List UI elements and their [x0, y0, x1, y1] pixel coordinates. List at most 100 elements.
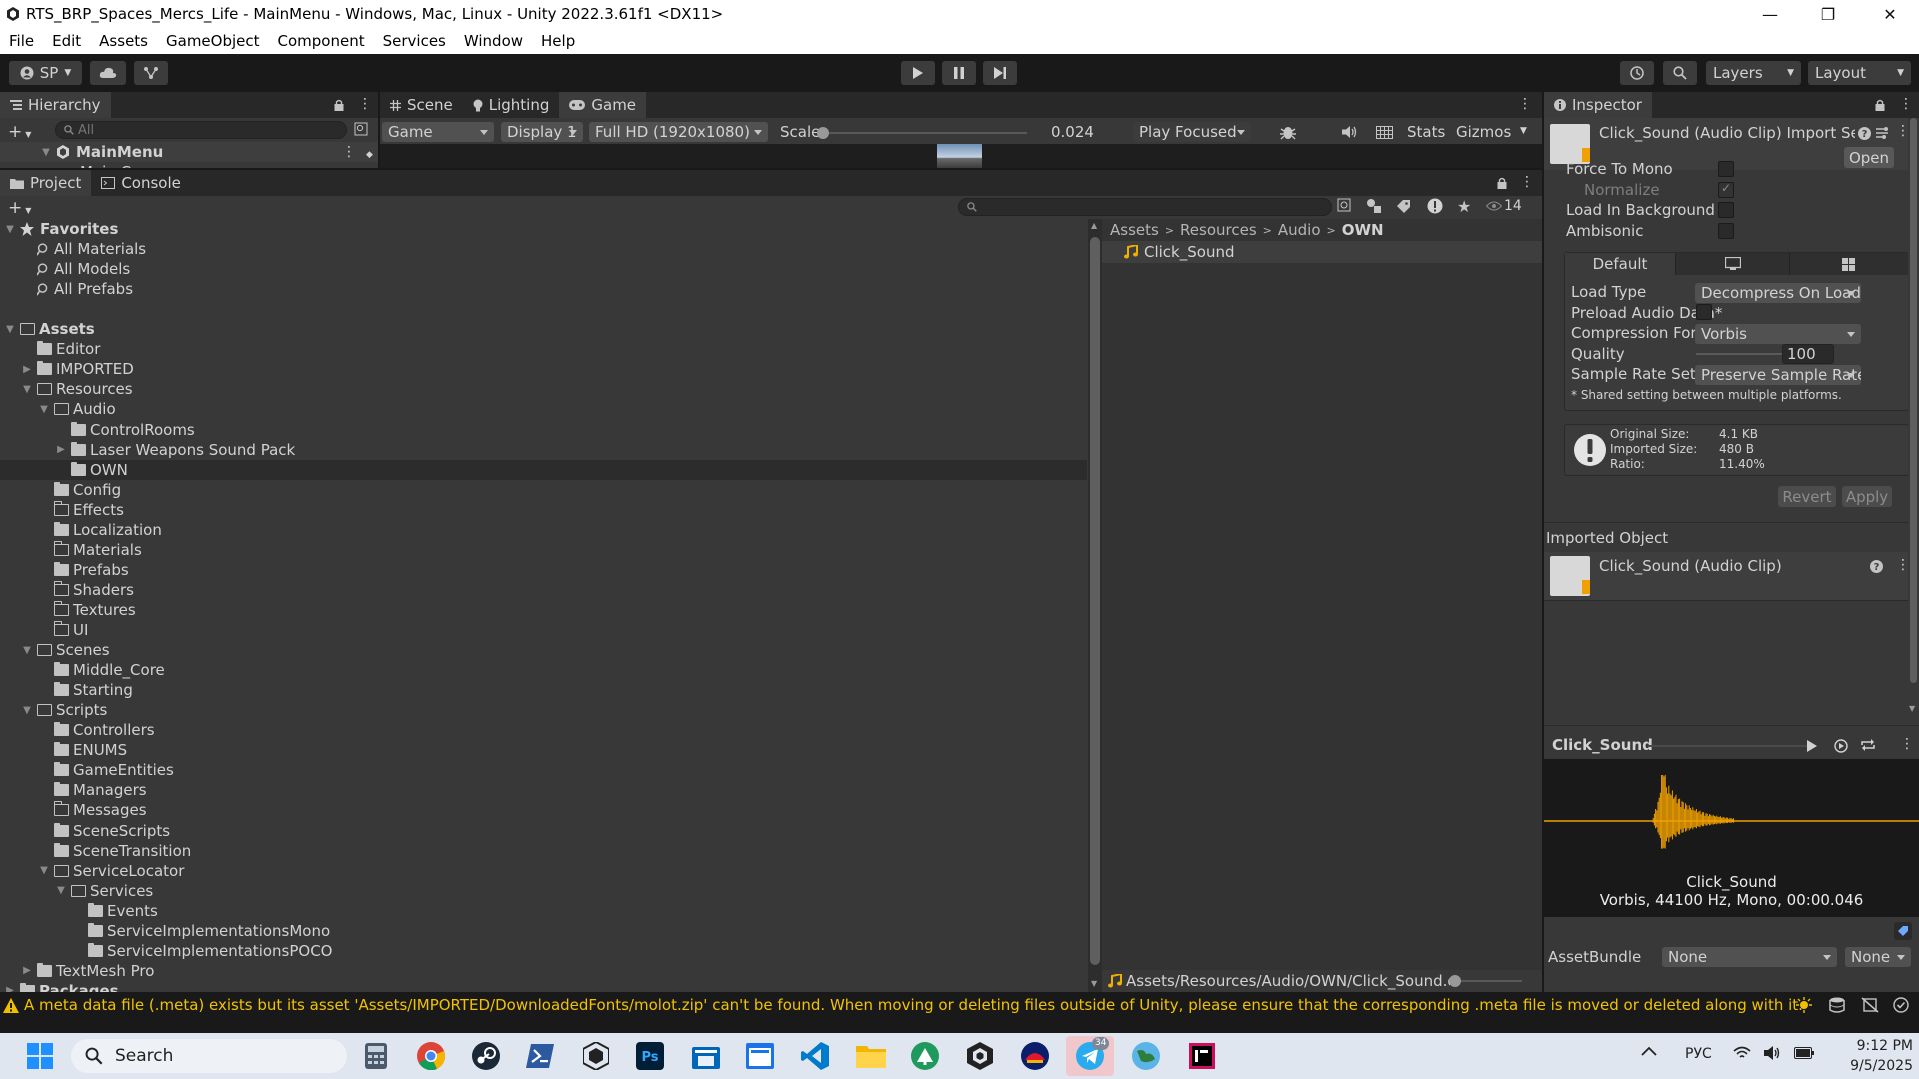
battery-icon[interactable]: [1794, 1047, 1814, 1059]
quality-input[interactable]: 100: [1782, 344, 1834, 364]
tree-app-icon[interactable]: [909, 1040, 941, 1072]
tree-item[interactable]: Editor: [0, 339, 1087, 359]
display-dropdown[interactable]: Display 1: [501, 122, 583, 142]
cache-server-icon[interactable]: [1828, 997, 1846, 1013]
tree-item[interactable]: OWN: [0, 459, 1087, 480]
tree-item[interactable]: ▼ Scripts: [0, 700, 1087, 720]
menu-window[interactable]: Window: [455, 32, 532, 50]
unity-hub-icon[interactable]: [580, 1040, 612, 1072]
unity-icon[interactable]: [964, 1040, 996, 1072]
speaker-icon[interactable]: [1341, 125, 1357, 139]
chevron-up-icon[interactable]: [1641, 1046, 1657, 1056]
start-button[interactable]: [24, 1040, 56, 1072]
tree-item[interactable]: ServiceImplementationsPOCO: [0, 941, 1087, 961]
scale-slider[interactable]: [822, 132, 1027, 134]
taskbar-clock[interactable]: 9:12 PM 9/5/2025: [1823, 1036, 1913, 1076]
load-in-background-checkbox[interactable]: [1718, 202, 1734, 218]
collapsed-arrow-icon[interactable]: ▶: [21, 965, 33, 976]
chevron-down-icon[interactable]: ▼: [1520, 126, 1527, 136]
taskbar-search[interactable]: Search: [71, 1039, 347, 1073]
tree-item[interactable]: All Prefabs: [0, 279, 1087, 299]
file-item-click-sound[interactable]: Click_Sound: [1102, 241, 1542, 263]
favorite-star-icon[interactable]: ★: [1457, 197, 1471, 216]
lock-icon[interactable]: [1875, 99, 1885, 111]
tree-item[interactable]: ▼ Scenes: [0, 640, 1087, 660]
platform-tab-default[interactable]: Default: [1565, 253, 1675, 275]
expanded-arrow-icon[interactable]: ▼: [21, 705, 33, 716]
expanded-arrow-icon[interactable]: ▼: [21, 645, 33, 656]
tree-item[interactable]: Shaders: [0, 580, 1087, 600]
steam-icon[interactable]: [470, 1040, 502, 1072]
bug-icon[interactable]: [1279, 123, 1297, 141]
close-window-button[interactable]: ✕: [1861, 0, 1919, 28]
tree-item[interactable]: Controllers: [0, 720, 1087, 740]
filter-label-icon[interactable]: [1396, 199, 1411, 214]
collapsed-arrow-icon[interactable]: ▶: [55, 444, 67, 455]
project-search-input[interactable]: [958, 198, 1332, 216]
maximize-button[interactable]: ❐: [1799, 0, 1857, 28]
tree-item[interactable]: All Materials: [0, 239, 1087, 259]
tree-item[interactable]: ▼ Audio: [0, 399, 1087, 419]
hierarchy-scene-row[interactable]: ▼ MainMenu ⋮: [0, 142, 378, 162]
play-icon[interactable]: [1806, 739, 1818, 753]
tree-item[interactable]: ▼ Assets: [0, 319, 1087, 339]
tab-game[interactable]: Game: [559, 92, 647, 118]
tree-item[interactable]: Localization: [0, 520, 1087, 540]
auto-play-icon[interactable]: [1833, 738, 1849, 754]
lock-icon[interactable]: [1497, 177, 1507, 189]
tab-project[interactable]: Project: [0, 170, 92, 196]
language-indicator[interactable]: РУС: [1685, 1046, 1712, 1062]
sample-rate-dropdown[interactable]: Preserve Sample Rate: [1695, 365, 1861, 385]
apply-button[interactable]: Apply: [1842, 486, 1892, 507]
store-icon[interactable]: [690, 1040, 722, 1072]
tree-item[interactable]: ▼ Favorites: [0, 219, 1087, 239]
account-button[interactable]: SP ▼: [9, 61, 82, 85]
file-explorer-icon[interactable]: [855, 1040, 887, 1072]
kebab-menu-icon[interactable]: ⋮: [1899, 96, 1913, 112]
tree-item[interactable]: UI: [0, 620, 1087, 640]
search-toolbar-button[interactable]: [1663, 61, 1697, 85]
menu-file[interactable]: File: [0, 32, 43, 50]
icon-size-slider-handle[interactable]: [1449, 975, 1461, 987]
tree-item[interactable]: Prefabs: [0, 560, 1087, 580]
tree-item[interactable]: Events: [0, 901, 1087, 921]
tab-hierarchy[interactable]: Hierarchy: [0, 92, 111, 118]
kebab-menu-icon[interactable]: ⋮: [1520, 174, 1534, 190]
telegram-icon[interactable]: 34: [1074, 1037, 1110, 1072]
network-off-icon[interactable]: [1861, 997, 1879, 1013]
keyboard-grid-icon[interactable]: [1376, 126, 1393, 139]
collab-button[interactable]: [134, 61, 168, 85]
tab-inspector[interactable]: Inspector: [1544, 92, 1652, 118]
chrome-icon[interactable]: [415, 1040, 447, 1072]
vscode-icon[interactable]: [799, 1040, 831, 1072]
stats-button[interactable]: Stats: [1407, 123, 1445, 141]
kebab-menu-icon[interactable]: ⋮: [358, 96, 372, 112]
menu-edit[interactable]: Edit: [43, 32, 90, 50]
expanded-arrow-icon[interactable]: ▼: [38, 865, 50, 876]
tree-item[interactable]: ▼ ServiceLocator: [0, 861, 1087, 881]
check-circle-icon[interactable]: [1893, 997, 1909, 1013]
menu-component[interactable]: Component: [269, 32, 374, 50]
scroll-up-icon[interactable]: ▲: [1091, 221, 1097, 230]
layout-dropdown[interactable]: Layout ▼: [1808, 61, 1911, 85]
cloud-button[interactable]: [90, 61, 126, 85]
tree-item[interactable]: Textures: [0, 600, 1087, 620]
calculator-icon[interactable]: [360, 1040, 392, 1072]
tree-item[interactable]: ▶ TextMesh Pro: [0, 961, 1087, 981]
filter-type-icon[interactable]: [1366, 198, 1382, 214]
tree-item[interactable]: ▼ Services: [0, 881, 1087, 901]
expanded-arrow-icon[interactable]: ▼: [4, 324, 16, 335]
tree-item[interactable]: GameEntities: [0, 760, 1087, 780]
kebab-menu-icon[interactable]: ⋮: [342, 144, 356, 160]
tree-item[interactable]: ServiceImplementationsMono: [0, 921, 1087, 941]
tab-console[interactable]: Console: [91, 170, 191, 196]
tree-item[interactable]: Messages: [0, 800, 1087, 820]
scale-slider-handle[interactable]: [817, 127, 829, 139]
scroll-down-icon[interactable]: ▼: [1091, 979, 1097, 988]
layers-dropdown[interactable]: Layers ▼: [1706, 61, 1801, 85]
tree-item[interactable]: Managers: [0, 780, 1087, 800]
photoshop-icon[interactable]: Ps: [634, 1040, 666, 1072]
tree-item[interactable]: ControlRooms: [0, 420, 1087, 440]
menu-services[interactable]: Services: [374, 32, 455, 50]
preset-icon[interactable]: [1875, 126, 1889, 140]
